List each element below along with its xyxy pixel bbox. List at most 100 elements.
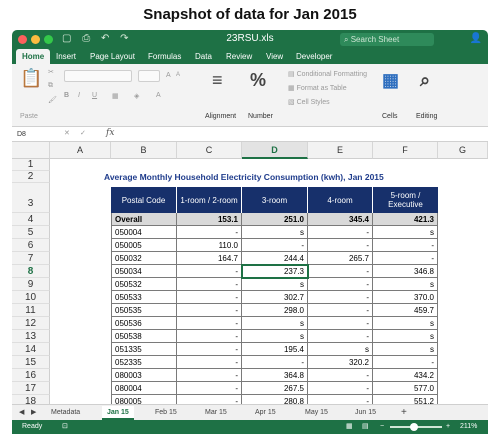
borders-icon[interactable]: ▦ <box>112 92 119 100</box>
header-1-2-room[interactable]: 1-room / 2-room <box>177 187 242 213</box>
table-cell[interactable]: 434.2 <box>373 369 438 382</box>
column-header-d[interactable]: D <box>242 142 308 159</box>
table-cell[interactable]: 265.7 <box>308 252 373 265</box>
table-cell[interactable]: - <box>242 239 308 252</box>
fx-icon[interactable]: fx <box>106 128 114 138</box>
sheet-tab-may15[interactable]: May 15 <box>300 406 333 420</box>
column-header-a[interactable]: A <box>50 142 111 159</box>
table-cell[interactable]: - <box>177 395 242 404</box>
table-cell[interactable]: 110.0 <box>177 239 242 252</box>
column-header-c[interactable]: C <box>177 142 242 159</box>
font-shrink-button[interactable]: A <box>176 72 180 78</box>
row-header[interactable]: 13 <box>12 330 50 343</box>
font-name-dropdown[interactable] <box>64 70 132 82</box>
zoom-out-icon[interactable]: − <box>380 420 384 434</box>
postal-code-cell[interactable]: 080003 <box>111 369 177 382</box>
sheet-tab-apr15[interactable]: Apr 15 <box>250 406 281 420</box>
column-header-e[interactable]: E <box>308 142 373 159</box>
table-cell[interactable]: s <box>242 278 308 291</box>
header-5-room-executive[interactable]: 5-room / Executive <box>373 187 438 213</box>
cancel-icon[interactable]: ✕ <box>64 129 70 137</box>
overall-cell[interactable]: 421.3 <box>373 213 438 226</box>
table-cell[interactable]: 459.7 <box>373 304 438 317</box>
table-cell[interactable]: 298.0 <box>242 304 308 317</box>
fill-color-icon[interactable]: ◈ <box>134 92 139 100</box>
table-cell[interactable]: 280.8 <box>242 395 308 404</box>
page-layout-view-icon[interactable]: ▤ <box>362 420 369 434</box>
sheet-tab-jun15[interactable]: Jun 15 <box>350 406 381 420</box>
tab-insert[interactable]: Insert <box>56 49 76 64</box>
postal-code-cell[interactable]: 050005 <box>111 239 177 252</box>
table-cell[interactable]: - <box>308 369 373 382</box>
row-header[interactable]: 17 <box>12 382 50 395</box>
row-header[interactable]: 7 <box>12 252 50 265</box>
row-header[interactable]: 15 <box>12 356 50 369</box>
postal-code-cell[interactable]: 050535 <box>111 304 177 317</box>
search-sheet-input[interactable]: ⌕ Search Sheet <box>340 33 434 46</box>
overall-cell[interactable]: 251.0 <box>242 213 308 226</box>
row-header[interactable]: 14 <box>12 343 50 356</box>
table-cell[interactable]: s <box>308 343 373 356</box>
number-icon[interactable]: % <box>250 70 266 91</box>
cell-styles-button[interactable]: ▧ Cell Styles <box>288 98 330 106</box>
conditional-formatting-button[interactable]: ▤ Conditional Formatting <box>288 70 367 78</box>
row-header[interactable]: 2 <box>12 171 50 183</box>
normal-view-icon[interactable]: ▦ <box>346 420 353 434</box>
underline-button[interactable]: U <box>92 92 97 99</box>
row-header[interactable]: 4 <box>12 213 50 226</box>
tab-formulas[interactable]: Formulas <box>148 49 181 64</box>
tab-view[interactable]: View <box>266 49 283 64</box>
tab-home[interactable]: Home <box>16 49 51 64</box>
postal-code-cell[interactable]: 080005 <box>111 395 177 404</box>
header-3-room[interactable]: 3-room <box>242 187 308 213</box>
overall-cell[interactable]: 153.1 <box>177 213 242 226</box>
row-header[interactable]: 11 <box>12 304 50 317</box>
row-header[interactable]: 3 <box>12 183 50 213</box>
row-header[interactable]: 1 <box>12 159 50 171</box>
table-cell[interactable]: - <box>308 317 373 330</box>
table-cell[interactable]: s <box>242 317 308 330</box>
table-cell[interactable]: - <box>373 356 438 369</box>
column-header-g[interactable]: G <box>438 142 488 159</box>
share-icon[interactable]: 👤 <box>470 33 482 44</box>
row-header[interactable]: 16 <box>12 369 50 382</box>
row-header[interactable]: 8 <box>12 265 50 278</box>
postal-code-cell[interactable]: 050532 <box>111 278 177 291</box>
postal-code-cell[interactable]: 050004 <box>111 226 177 239</box>
table-cell[interactable]: - <box>308 382 373 395</box>
postal-code-cell[interactable]: 052335 <box>111 356 177 369</box>
table-cell[interactable]: 551.2 <box>373 395 438 404</box>
overall-label[interactable]: Overall <box>111 213 177 226</box>
table-cell[interactable]: s <box>373 317 438 330</box>
table-cell[interactable]: s <box>373 330 438 343</box>
alignment-icon[interactable]: ≡ <box>212 70 223 91</box>
active-cell-d8[interactable] <box>241 264 309 279</box>
sheet-tab-metadata[interactable]: Metadata <box>46 406 85 420</box>
table-cell[interactable]: - <box>308 395 373 404</box>
row-header[interactable]: 5 <box>12 226 50 239</box>
table-cell[interactable]: 346.8 <box>373 265 438 278</box>
table-cell[interactable]: 577.0 <box>373 382 438 395</box>
table-cell[interactable]: s <box>373 343 438 356</box>
postal-code-cell[interactable]: 050538 <box>111 330 177 343</box>
postal-code-cell[interactable]: 050536 <box>111 317 177 330</box>
table-cell[interactable]: 164.7 <box>177 252 242 265</box>
row-header[interactable]: 9 <box>12 278 50 291</box>
table-cell[interactable]: - <box>177 330 242 343</box>
row-header[interactable]: 10 <box>12 291 50 304</box>
table-cell[interactable]: - <box>308 278 373 291</box>
table-cell[interactable]: - <box>308 239 373 252</box>
table-cell[interactable]: s <box>373 226 438 239</box>
postal-code-cell[interactable]: 050032 <box>111 252 177 265</box>
confirm-icon[interactable]: ✓ <box>80 129 86 137</box>
table-cell[interactable]: 364.8 <box>242 369 308 382</box>
table-cell[interactable]: - <box>308 291 373 304</box>
table-cell[interactable]: s <box>242 226 308 239</box>
column-header-f[interactable]: F <box>373 142 438 159</box>
table-cell[interactable]: - <box>177 369 242 382</box>
column-header-b[interactable]: B <box>111 142 177 159</box>
table-cell[interactable]: - <box>308 330 373 343</box>
table-cell[interactable]: - <box>373 252 438 265</box>
table-cell[interactable]: 195.4 <box>242 343 308 356</box>
tab-page-layout[interactable]: Page Layout <box>90 49 135 64</box>
